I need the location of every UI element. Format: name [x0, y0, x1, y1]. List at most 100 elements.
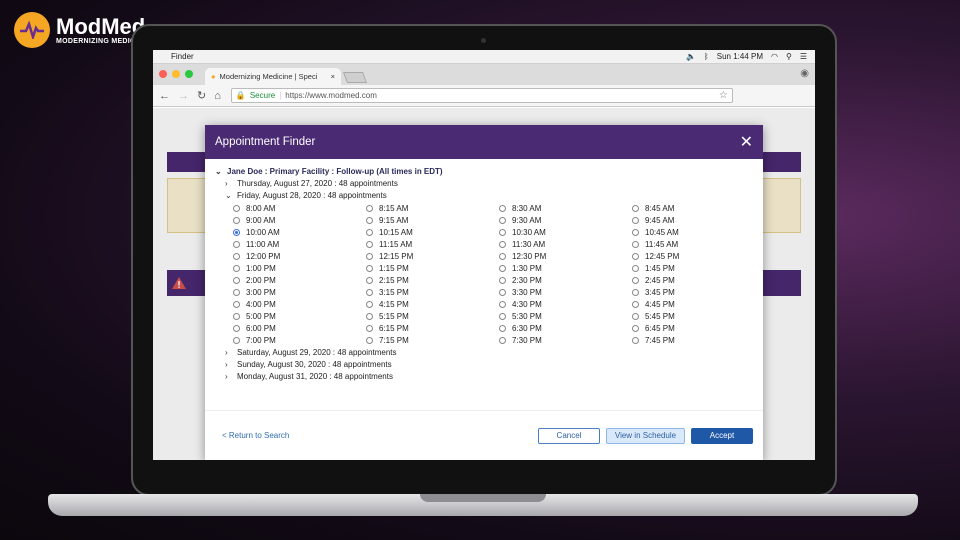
radio-button[interactable] — [366, 228, 373, 236]
patient-header[interactable]: ⌄ Jane Doe : Primary Facility : Follow-u… — [215, 167, 753, 176]
time-slot[interactable]: 9:00 AM — [233, 215, 366, 225]
radio-button[interactable] — [366, 240, 373, 248]
time-slot[interactable]: 5:00 PM — [233, 311, 366, 321]
time-slot[interactable]: 7:15 PM — [366, 335, 499, 345]
radio-button[interactable] — [366, 216, 373, 224]
radio-button[interactable] — [632, 228, 639, 236]
search-icon[interactable]: ⚲ — [786, 52, 792, 61]
day-row[interactable]: › Thursday, August 27, 2020 : 48 appointm… — [215, 179, 753, 188]
radio-button[interactable] — [366, 288, 373, 296]
radio-button[interactable] — [366, 300, 373, 308]
radio-button[interactable] — [366, 324, 373, 332]
radio-button[interactable] — [499, 228, 506, 236]
time-slot[interactable]: 1:45 PM — [632, 263, 765, 273]
day-row[interactable]: › Monday, August 31, 2020 : 48 appointmen… — [215, 372, 753, 381]
close-icon[interactable]: ✕ — [740, 132, 753, 152]
time-slot[interactable]: 11:30 AM — [499, 239, 632, 249]
time-slot[interactable]: 3:45 PM — [632, 287, 765, 297]
radio-button[interactable] — [233, 300, 240, 308]
time-slot[interactable]: 10:15 AM — [366, 227, 499, 237]
cancel-button[interactable]: Cancel — [538, 427, 600, 444]
home-icon[interactable]: ⌂ — [214, 90, 221, 102]
time-slot[interactable]: 12:30 PM — [499, 251, 632, 261]
time-slot[interactable]: 7:00 PM — [233, 335, 366, 345]
time-slot[interactable]: 6:45 PM — [632, 323, 765, 333]
time-slot[interactable]: 3:00 PM — [233, 287, 366, 297]
radio-button[interactable] — [233, 324, 240, 332]
time-slot[interactable]: 8:00 AM — [233, 203, 366, 213]
bluetooth-icon[interactable]: ᛒ — [704, 52, 709, 61]
reload-icon[interactable]: ↻ — [197, 89, 206, 102]
radio-button[interactable] — [366, 336, 373, 344]
radio-button[interactable] — [366, 252, 373, 260]
menu-list-icon[interactable]: ☰ — [800, 52, 807, 61]
tab-close-icon[interactable]: × — [331, 72, 335, 81]
radio-button[interactable] — [499, 204, 506, 212]
time-slot[interactable]: 6:30 PM — [499, 323, 632, 333]
time-slot[interactable]: 2:15 PM — [366, 275, 499, 285]
day-row-expanded[interactable]: ⌄ Friday, August 28, 2020 : 48 appointme… — [215, 191, 753, 200]
time-slot[interactable]: 1:15 PM — [366, 263, 499, 273]
radio-button[interactable] — [632, 204, 639, 212]
time-slot[interactable]: 6:00 PM — [233, 323, 366, 333]
time-slot[interactable]: 4:45 PM — [632, 299, 765, 309]
profile-icon[interactable]: ◉ — [800, 68, 809, 79]
time-slot[interactable]: 1:30 PM — [499, 263, 632, 273]
time-slot[interactable]: 11:45 AM — [632, 239, 765, 249]
radio-button[interactable] — [632, 216, 639, 224]
radio-button[interactable] — [499, 264, 506, 272]
time-slot[interactable]: 10:45 AM — [632, 227, 765, 237]
new-tab-button[interactable] — [342, 72, 368, 83]
radio-button[interactable] — [632, 324, 639, 332]
radio-button[interactable] — [499, 252, 506, 260]
radio-button[interactable] — [233, 288, 240, 296]
time-slot[interactable]: 8:30 AM — [499, 203, 632, 213]
radio-button[interactable] — [366, 204, 373, 212]
radio-button[interactable] — [632, 288, 639, 296]
maximize-window-icon[interactable] — [185, 70, 193, 78]
day-row[interactable]: › Sunday, August 30, 2020 : 48 appointmen… — [215, 360, 753, 369]
time-slot[interactable]: 5:15 PM — [366, 311, 499, 321]
radio-button[interactable] — [233, 240, 240, 248]
radio-button[interactable] — [233, 312, 240, 320]
back-arrow-icon[interactable]: ← — [159, 90, 170, 102]
time-slot[interactable]: 3:15 PM — [366, 287, 499, 297]
time-slot[interactable]: 2:30 PM — [499, 275, 632, 285]
time-slot[interactable]: 12:00 PM — [233, 251, 366, 261]
radio-button[interactable] — [499, 216, 506, 224]
radio-button[interactable] — [366, 276, 373, 284]
radio-button[interactable] — [233, 276, 240, 284]
time-slot[interactable]: 3:30 PM — [499, 287, 632, 297]
time-slot[interactable]: 10:30 AM — [499, 227, 632, 237]
radio-button[interactable] — [632, 240, 639, 248]
time-slot[interactable]: 4:15 PM — [366, 299, 499, 309]
time-slot[interactable]: 2:45 PM — [632, 275, 765, 285]
radio-button[interactable] — [233, 204, 240, 212]
bookmark-star-icon[interactable]: ☆ — [719, 90, 728, 101]
radio-button[interactable] — [632, 264, 639, 272]
accept-button[interactable]: Accept — [691, 427, 753, 444]
radio-button[interactable] — [366, 264, 373, 272]
time-slot[interactable]: 9:45 AM — [632, 215, 765, 225]
time-slot[interactable]: 6:15 PM — [366, 323, 499, 333]
time-slot[interactable]: 2:00 PM — [233, 275, 366, 285]
radio-button[interactable] — [233, 216, 240, 224]
radio-button[interactable] — [499, 312, 506, 320]
radio-button[interactable] — [632, 336, 639, 344]
radio-button[interactable] — [499, 276, 506, 284]
time-slot[interactable]: 9:15 AM — [366, 215, 499, 225]
time-slot[interactable]: 12:45 PM — [632, 251, 765, 261]
radio-button[interactable] — [632, 276, 639, 284]
radio-button[interactable] — [233, 264, 240, 272]
time-slot[interactable]: 4:30 PM — [499, 299, 632, 309]
time-slot[interactable]: 9:30 AM — [499, 215, 632, 225]
time-slot[interactable]: 5:45 PM — [632, 311, 765, 321]
time-slot[interactable]: 11:15 AM — [366, 239, 499, 249]
radio-button[interactable] — [632, 300, 639, 308]
time-slot[interactable]: 7:45 PM — [632, 335, 765, 345]
return-to-search-link[interactable]: < Return to Search — [222, 431, 289, 440]
view-in-schedule-button[interactable]: View in Schedule — [606, 427, 685, 444]
time-slot[interactable]: 8:45 AM — [632, 203, 765, 213]
radio-button[interactable] — [499, 300, 506, 308]
day-row[interactable]: › Saturday, August 29, 2020 : 48 appointm… — [215, 348, 753, 357]
